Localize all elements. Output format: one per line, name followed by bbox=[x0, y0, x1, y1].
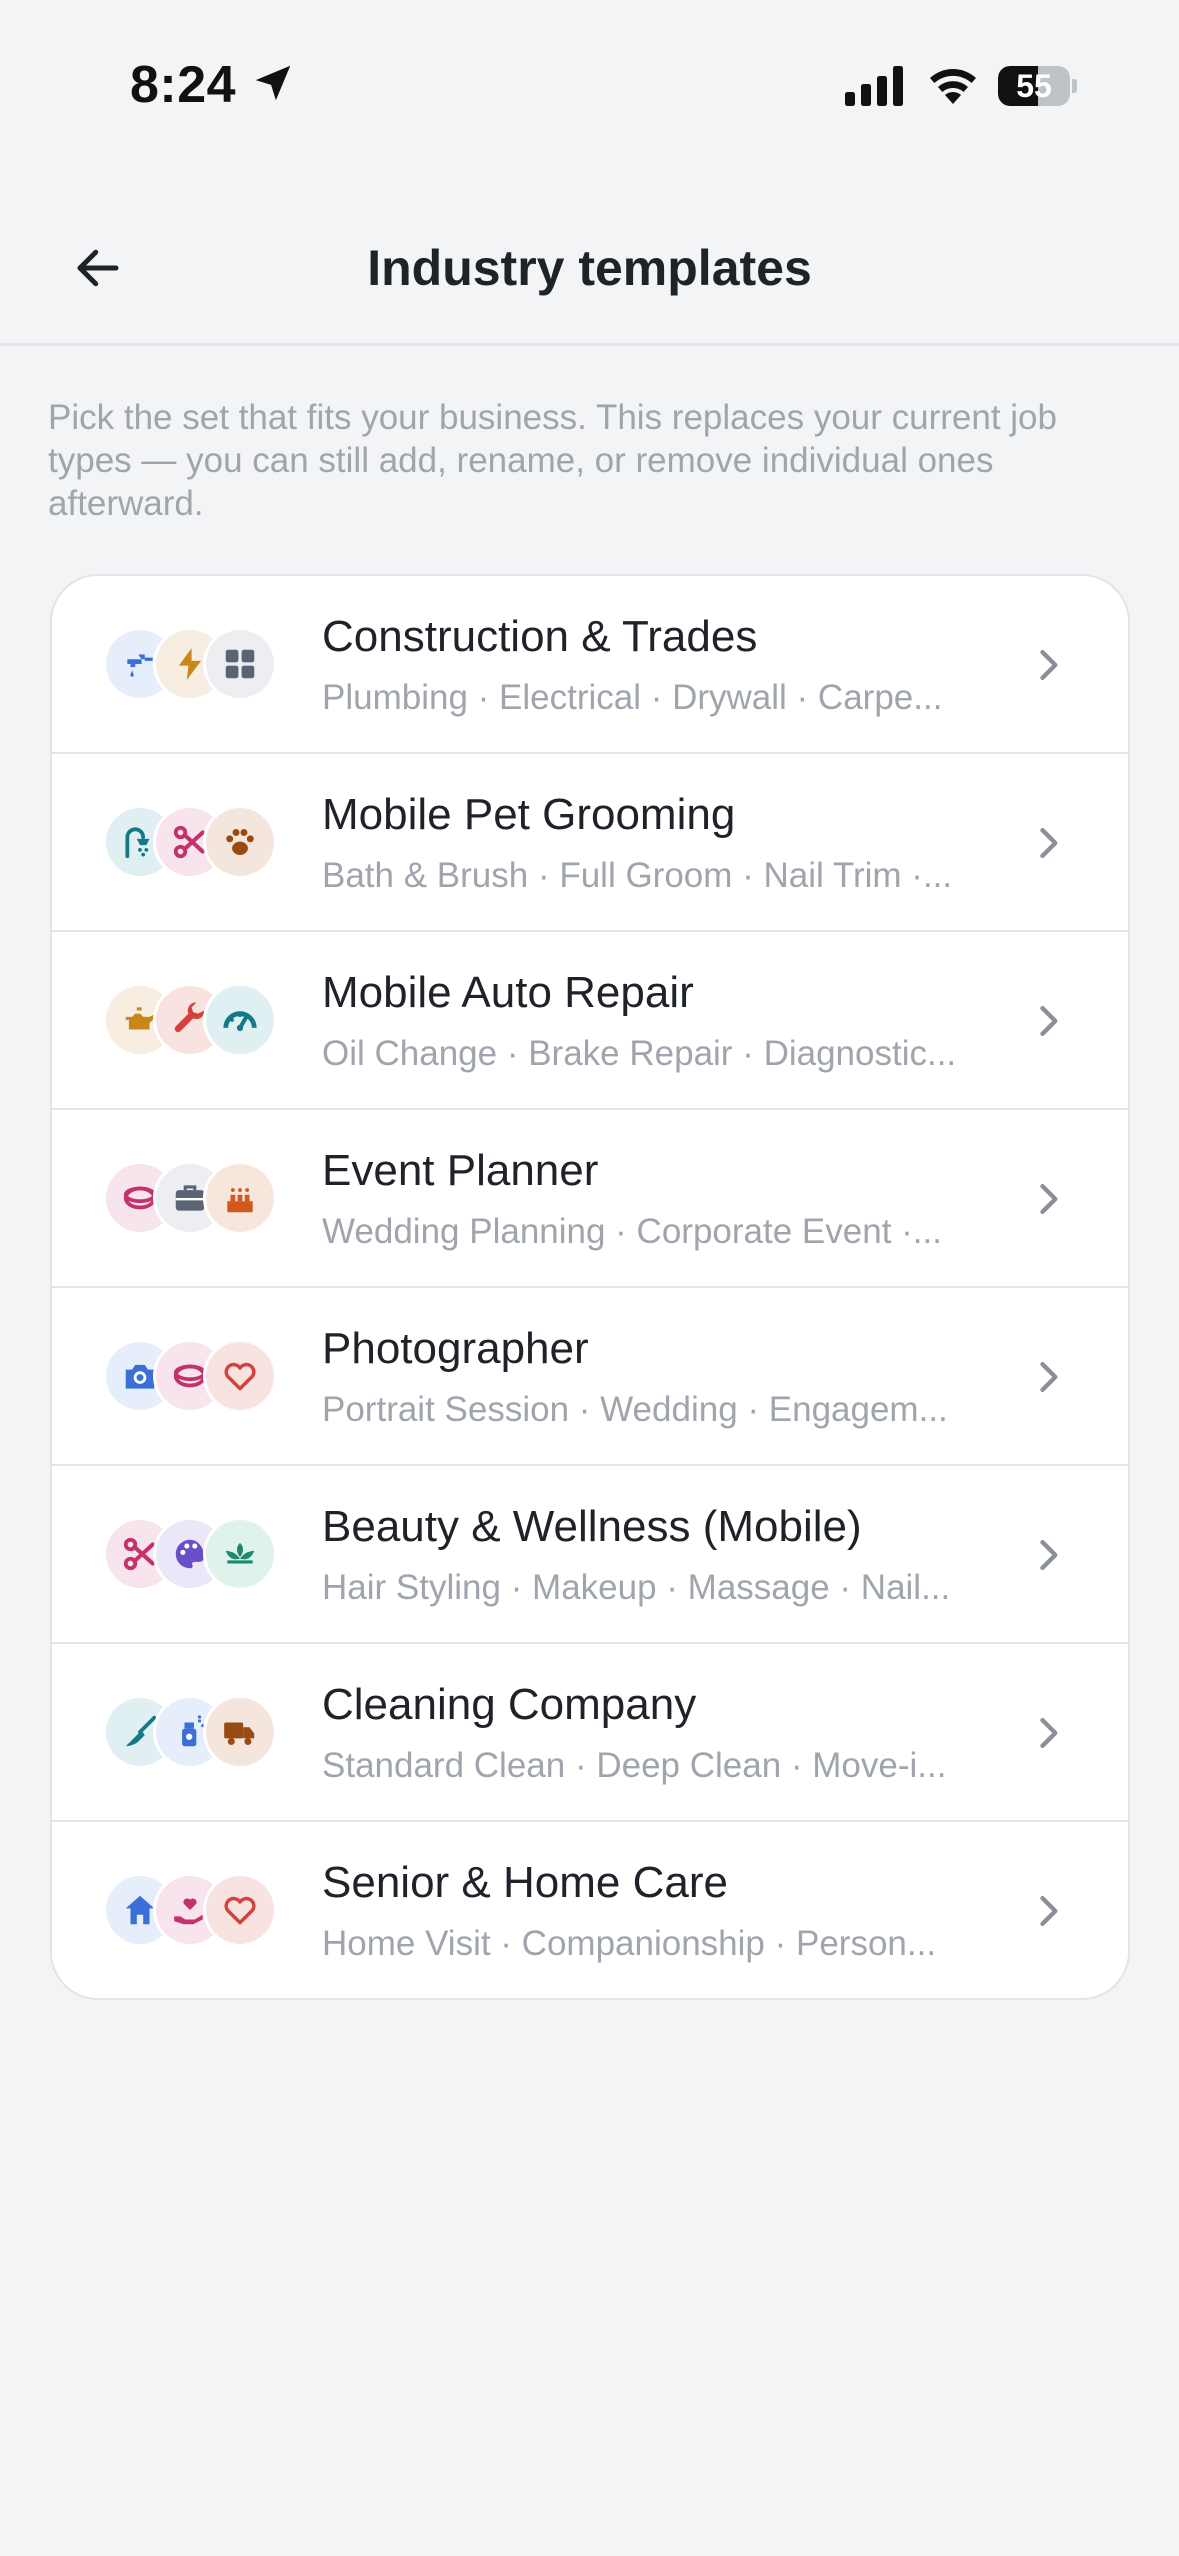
template-icons bbox=[106, 1876, 296, 1944]
template-subtitle: Home Visit · Companionship · Person... bbox=[322, 1924, 937, 1963]
hand-heart-icon bbox=[174, 1898, 203, 1925]
heart-icon-badge bbox=[206, 1876, 274, 1944]
chevron-right-icon bbox=[1040, 1005, 1058, 1037]
template-row[interactable]: Mobile Auto Repair Oil Change · Brake Rep… bbox=[52, 932, 1128, 1110]
template-title: Photographer bbox=[322, 1324, 589, 1373]
status-time: 8:24 bbox=[130, 56, 237, 114]
nav-header: Industry templates bbox=[0, 170, 1179, 346]
template-row[interactable]: Construction & Trades Plumbing · Electric… bbox=[52, 576, 1128, 754]
template-title: Mobile Pet Grooming bbox=[322, 790, 736, 839]
template-icons bbox=[106, 986, 296, 1054]
chevron-right-icon bbox=[1040, 1717, 1058, 1749]
template-title: Beauty & Wellness (Mobile) bbox=[322, 1502, 862, 1551]
oil-can-icon bbox=[125, 1007, 156, 1030]
template-row[interactable]: Photographer Portrait Session · Wedding ·… bbox=[52, 1288, 1128, 1466]
heart-icon bbox=[224, 1362, 256, 1391]
spray-bottle-icon bbox=[182, 1715, 205, 1747]
broom-icon bbox=[125, 1715, 157, 1747]
palette-icon bbox=[175, 1539, 205, 1569]
template-row[interactable]: Mobile Pet Grooming Bath & Brush · Full G… bbox=[52, 754, 1128, 932]
template-subtitle: Bath & Brush · Full Groom · Nail Trim ·.… bbox=[322, 856, 953, 895]
chevron-right-icon bbox=[1040, 827, 1058, 859]
truck-icon bbox=[224, 1722, 255, 1745]
gauge-icon bbox=[223, 1011, 257, 1032]
template-subtitle: Plumbing · Electrical · Drywall · Carpe.… bbox=[322, 678, 943, 717]
battery-indicator: 55 bbox=[998, 66, 1078, 106]
template-row[interactable]: Beauty & Wellness (Mobile) Hair Styling ·… bbox=[52, 1466, 1128, 1644]
template-title: Event Planner bbox=[322, 1146, 599, 1195]
template-subtitle: Standard Clean · Deep Clean · Move-i... bbox=[322, 1746, 947, 1785]
cake-icon-badge bbox=[206, 1164, 274, 1232]
lotus-icon-badge bbox=[206, 1520, 274, 1588]
shower-icon bbox=[125, 827, 150, 859]
template-title: Construction & Trades bbox=[322, 612, 758, 661]
gauge-icon-badge bbox=[206, 986, 274, 1054]
template-icons bbox=[106, 808, 296, 876]
lightning-icon bbox=[178, 648, 202, 680]
template-subtitle: Wedding Planning · Corporate Event ·... bbox=[322, 1212, 942, 1251]
chevron-right-icon bbox=[1040, 1361, 1058, 1393]
template-row[interactable]: Cleaning Company Standard Clean · Deep Cl… bbox=[52, 1644, 1128, 1822]
grid-tiles-icon bbox=[225, 649, 255, 679]
wifi-icon bbox=[930, 69, 976, 104]
cake-icon bbox=[227, 1188, 253, 1213]
location-arrow-icon bbox=[255, 65, 291, 101]
template-row[interactable]: Senior & Home Care Home Visit · Companion… bbox=[52, 1822, 1128, 1998]
grid-tiles-icon-badge bbox=[206, 630, 274, 698]
template-icons bbox=[106, 1164, 296, 1232]
chevron-right-icon bbox=[1040, 649, 1058, 681]
chevron-right-icon bbox=[1040, 1895, 1058, 1927]
wrench-icon bbox=[174, 1002, 205, 1033]
truck-icon-badge bbox=[206, 1698, 274, 1766]
camera-icon bbox=[125, 1364, 155, 1389]
template-icons bbox=[106, 630, 296, 698]
lotus-icon bbox=[225, 1542, 255, 1564]
paw-icon bbox=[226, 829, 254, 855]
heart-icon bbox=[224, 1896, 256, 1925]
template-subtitle: Oil Change · Brake Repair · Diagnostic..… bbox=[322, 1034, 957, 1073]
status-bar: 8:24 55 bbox=[0, 0, 1179, 170]
template-title: Mobile Auto Repair bbox=[322, 968, 694, 1017]
template-subtitle: Portrait Session · Wedding · Engagem... bbox=[322, 1390, 948, 1429]
rings-icon bbox=[123, 1186, 157, 1210]
template-row[interactable]: Event Planner Wedding Planning · Corporat… bbox=[52, 1110, 1128, 1288]
faucet-icon bbox=[127, 654, 153, 677]
page-title: Industry templates bbox=[367, 240, 812, 296]
scissors-icon bbox=[123, 1537, 155, 1571]
paw-icon-badge bbox=[206, 808, 274, 876]
template-list: Construction & Trades Plumbing · Electric… bbox=[50, 574, 1130, 2000]
chevron-right-icon bbox=[1040, 1183, 1058, 1215]
home-icon bbox=[125, 1895, 155, 1925]
chevron-right-icon bbox=[1040, 1539, 1058, 1571]
page-description: Pick the set that fits your business. Th… bbox=[48, 398, 1057, 523]
heart-icon-badge bbox=[206, 1342, 274, 1410]
briefcase-icon bbox=[175, 1185, 205, 1211]
rings-icon bbox=[173, 1364, 207, 1388]
template-title: Senior & Home Care bbox=[322, 1858, 728, 1907]
template-title: Cleaning Company bbox=[322, 1680, 697, 1729]
template-icons bbox=[106, 1698, 296, 1766]
template-subtitle: Hair Styling · Makeup · Massage · Nail..… bbox=[322, 1568, 951, 1607]
scissors-icon bbox=[173, 825, 205, 859]
cellular-signal-icon bbox=[845, 66, 903, 106]
template-icons bbox=[106, 1520, 296, 1588]
battery-level: 55 bbox=[1016, 68, 1052, 104]
template-icons bbox=[106, 1342, 296, 1410]
